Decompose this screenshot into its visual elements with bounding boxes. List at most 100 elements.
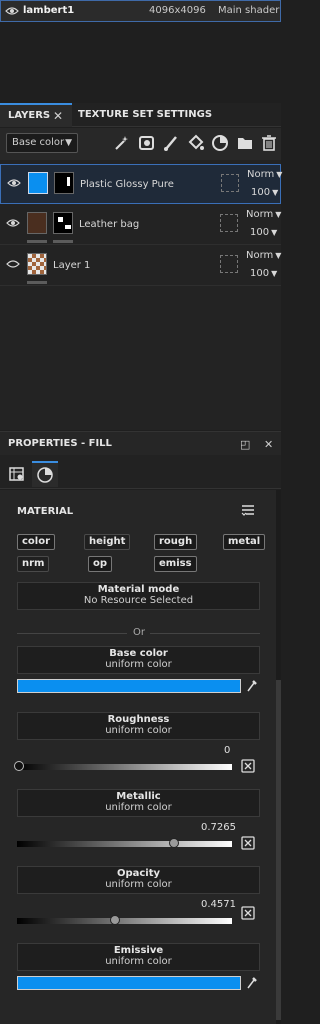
layer-thumbnail[interactable] <box>27 253 47 275</box>
layers-toolbar: Base color ▼ <box>0 128 281 160</box>
roughness-value[interactable]: 0 <box>224 745 230 756</box>
base-color-mode: uniform color <box>105 659 172 670</box>
layer-opacity[interactable]: 100 ▼ <box>251 187 278 198</box>
chevron-down-icon: ▼ <box>275 210 282 219</box>
opacity-value[interactable]: 0.4571 <box>201 899 236 910</box>
mask-mark <box>58 217 63 222</box>
metallic-mode: uniform color <box>105 802 172 813</box>
smart-material-icon[interactable] <box>211 134 229 152</box>
channel-toggle-height[interactable]: height <box>84 534 131 550</box>
chevron-down-icon: ▼ <box>272 188 279 197</box>
emissive-title: Emissive <box>113 945 164 956</box>
texture-set-shader[interactable]: Main shader <box>218 5 279 16</box>
blend-mode[interactable]: Norm ▼ <box>247 169 282 180</box>
trash-icon[interactable] <box>260 134 278 152</box>
eye-icon[interactable] <box>5 6 19 16</box>
channel-toggle-rough[interactable]: rough <box>154 534 198 550</box>
channel-toggle-color[interactable]: color <box>17 534 56 550</box>
or-separator: Or <box>17 627 260 639</box>
material-options-icon[interactable] <box>241 504 255 516</box>
fill-bucket-icon[interactable] <box>187 134 205 152</box>
channel-toggle-emiss[interactable]: emiss <box>154 556 197 572</box>
emissive-source[interactable]: Emissive uniform color <box>17 943 260 971</box>
tab-fill-material[interactable] <box>32 461 58 487</box>
mask-thumbnail[interactable] <box>53 212 73 234</box>
color-picker-icon[interactable] <box>246 679 258 693</box>
close-icon[interactable]: ✕ <box>53 105 63 127</box>
tab-layers[interactable]: LAYERS ✕ <box>0 103 72 127</box>
base-color-swatch[interactable] <box>17 679 241 693</box>
layer-opacity[interactable]: 100 ▼ <box>250 227 277 238</box>
channel-toggle-op[interactable]: op <box>88 556 113 572</box>
layer-name: Layer 1 <box>53 260 91 271</box>
undock-icon[interactable]: ◰ <box>240 438 250 451</box>
tab-texture-set-settings[interactable]: TEXTURE SET SETTINGS <box>78 103 212 127</box>
eye-icon[interactable] <box>7 178 21 188</box>
blend-mode[interactable]: Norm ▼ <box>246 209 281 220</box>
separator-line <box>150 633 260 634</box>
layer-row[interactable]: Plastic Glossy Pure Norm ▼ 100 ▼ <box>0 164 282 204</box>
channel-select[interactable]: Base color ▼ <box>6 133 78 153</box>
properties-header: PROPERTIES - FILL ◰ ✕ <box>0 431 281 455</box>
material-sphere-icon <box>37 467 53 483</box>
layer-thumbnail[interactable] <box>27 212 47 234</box>
layer-name: Plastic Glossy Pure <box>80 179 174 190</box>
layer-row[interactable]: Layer 1 Norm ▼ 100 ▼ <box>0 246 281 286</box>
separator-line <box>17 633 127 634</box>
eye-icon[interactable] <box>6 218 20 228</box>
texture-set-row[interactable]: lambert1 4096x4096 Main shader <box>0 0 281 22</box>
roughness-title: Roughness <box>107 714 170 725</box>
folder-icon[interactable] <box>236 134 254 152</box>
layer-thumbnail[interactable] <box>28 172 48 194</box>
texture-set-name: lambert1 <box>23 5 75 16</box>
roughness-slider-handle[interactable] <box>14 761 24 771</box>
metallic-slider-handle[interactable] <box>169 838 179 848</box>
mask-thumbnail[interactable] <box>54 172 74 194</box>
emissive-swatch[interactable] <box>17 976 241 990</box>
tab-layers-label: LAYERS <box>8 110 51 121</box>
metallic-value[interactable]: 0.7265 <box>201 822 236 833</box>
channel-toggle-metal[interactable]: metal <box>223 534 266 550</box>
opacity-slider-handle[interactable] <box>110 915 120 925</box>
roughness-slider[interactable] <box>14 761 232 771</box>
scrollbar-thumb[interactable] <box>276 680 281 1020</box>
opacity-value: 100 <box>250 227 270 238</box>
base-color-source[interactable]: Base color uniform color <box>17 646 260 674</box>
material-mode-value: No Resource Selected <box>83 595 194 606</box>
material-mode-box[interactable]: Material mode No Resource Selected <box>17 582 260 610</box>
layer-row[interactable]: Leather bag Norm ▼ 100 ▼ <box>0 205 281 245</box>
random-seed-icon[interactable] <box>241 836 255 850</box>
grid-settings-icon <box>9 467 24 481</box>
opacity-value: 100 <box>250 268 270 279</box>
chevron-down-icon: ▼ <box>276 170 283 179</box>
opacity-mode: uniform color <box>105 879 172 890</box>
metallic-slider[interactable] <box>17 838 232 848</box>
blend-mode-value: Norm <box>246 250 274 261</box>
add-mask-icon[interactable] <box>138 134 156 152</box>
blend-mode[interactable]: Norm ▼ <box>246 250 281 261</box>
layer-opacity[interactable]: 100 ▼ <box>250 268 277 279</box>
color-picker-icon[interactable] <box>246 976 258 990</box>
metallic-source[interactable]: Metallic uniform color <box>17 789 260 817</box>
material-section-title: MATERIAL <box>17 506 74 517</box>
properties-tabs <box>0 455 281 489</box>
chevron-down-icon: ▼ <box>65 138 72 148</box>
layer-stack: Plastic Glossy Pure Norm ▼ 100 ▼ Leather b… <box>0 160 282 430</box>
opacity-source[interactable]: Opacity uniform color <box>17 866 260 894</box>
channel-toggle-nrm[interactable]: nrm <box>17 556 50 572</box>
mask-mark <box>67 177 70 186</box>
tab-texture-set[interactable] <box>4 461 30 487</box>
mask-mark <box>65 225 71 229</box>
magic-wand-icon[interactable] <box>113 134 131 152</box>
close-icon[interactable]: ✕ <box>264 438 273 451</box>
opacity-slider[interactable] <box>17 915 232 925</box>
random-seed-icon[interactable] <box>241 759 255 773</box>
random-seed-icon[interactable] <box>241 906 255 920</box>
eye-off-icon[interactable] <box>6 259 20 269</box>
channel-select-value: Base color <box>12 137 65 148</box>
roughness-source[interactable]: Roughness uniform color <box>17 712 260 740</box>
brush-icon[interactable] <box>162 134 180 152</box>
layers-tab-bar: LAYERS ✕ TEXTURE SET SETTINGS <box>0 103 281 127</box>
chevron-down-icon: ▼ <box>271 269 278 278</box>
properties-title: PROPERTIES - FILL <box>8 438 112 449</box>
